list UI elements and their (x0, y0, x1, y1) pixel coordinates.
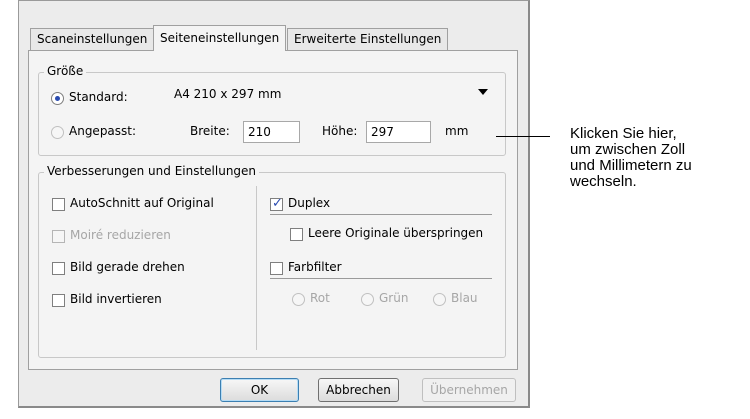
color-filter-label: Farbfilter (288, 260, 342, 274)
size-group (38, 72, 506, 156)
custom-radio[interactable] (51, 126, 64, 139)
height-label: Höhe: (322, 124, 358, 138)
duplex-label: Duplex (288, 196, 331, 210)
ok-button[interactable]: OK (220, 378, 299, 402)
apply-button[interactable]: Übernehmen (422, 378, 516, 402)
autocrop-checkbox[interactable] (52, 198, 65, 211)
width-label: Breite: (190, 124, 230, 138)
standard-label: Standard: (69, 90, 128, 104)
filter-red-radio[interactable] (292, 293, 305, 306)
filter-blue-label: Blau (451, 291, 478, 305)
size-group-legend: Größe (44, 64, 87, 78)
callout-line-3: und Millimetern zu (570, 157, 692, 174)
standard-radio[interactable] (51, 92, 64, 105)
color-filter-divider (270, 278, 492, 279)
paper-size-select[interactable]: A4 210 x 297 mm (174, 87, 281, 101)
callout-line-2: um zwischen Zoll (570, 141, 686, 158)
deskew-checkbox[interactable] (52, 262, 65, 275)
invert-label: Bild invertieren (70, 292, 162, 306)
tab-advanced-settings[interactable]: Erweiterte Einstellungen (287, 28, 449, 50)
filter-red-label: Rot (310, 291, 330, 305)
width-field[interactable]: 210 (243, 121, 300, 143)
filter-blue-radio[interactable] (433, 293, 446, 306)
color-filter-checkbox[interactable] (270, 262, 283, 275)
callout-line-1: Klicken Sie hier, (570, 125, 677, 142)
skip-blank-checkbox[interactable] (290, 228, 303, 241)
callout-leader-line (496, 136, 550, 137)
moire-label: Moiré reduzieren (70, 228, 171, 242)
moire-checkbox[interactable] (52, 230, 65, 243)
autocrop-label: AutoSchnitt auf Original (70, 196, 214, 210)
invert-checkbox[interactable] (52, 294, 65, 307)
callout-line-4: wechseln. (570, 173, 637, 190)
tab-page-settings[interactable]: Seiteneinstellungen (153, 25, 287, 51)
deskew-label: Bild gerade drehen (70, 260, 185, 274)
height-field[interactable]: 297 (366, 121, 431, 143)
enhancements-group-legend: Verbesserungen und Einstellungen (44, 164, 260, 178)
column-divider (256, 186, 257, 350)
skip-blank-label: Leere Originale überspringen (308, 226, 484, 240)
filter-green-label: Grün (379, 291, 409, 305)
chevron-down-icon[interactable] (478, 89, 488, 95)
cancel-button[interactable]: Abbrechen (318, 378, 399, 402)
duplex-divider (270, 214, 492, 215)
custom-label: Angepasst: (69, 124, 137, 138)
unit-toggle[interactable]: mm (445, 124, 468, 138)
filter-green-radio[interactable] (361, 293, 374, 306)
tab-scan-settings[interactable]: Scaneinstellungen (30, 28, 155, 50)
duplex-checkbox[interactable] (270, 196, 283, 211)
